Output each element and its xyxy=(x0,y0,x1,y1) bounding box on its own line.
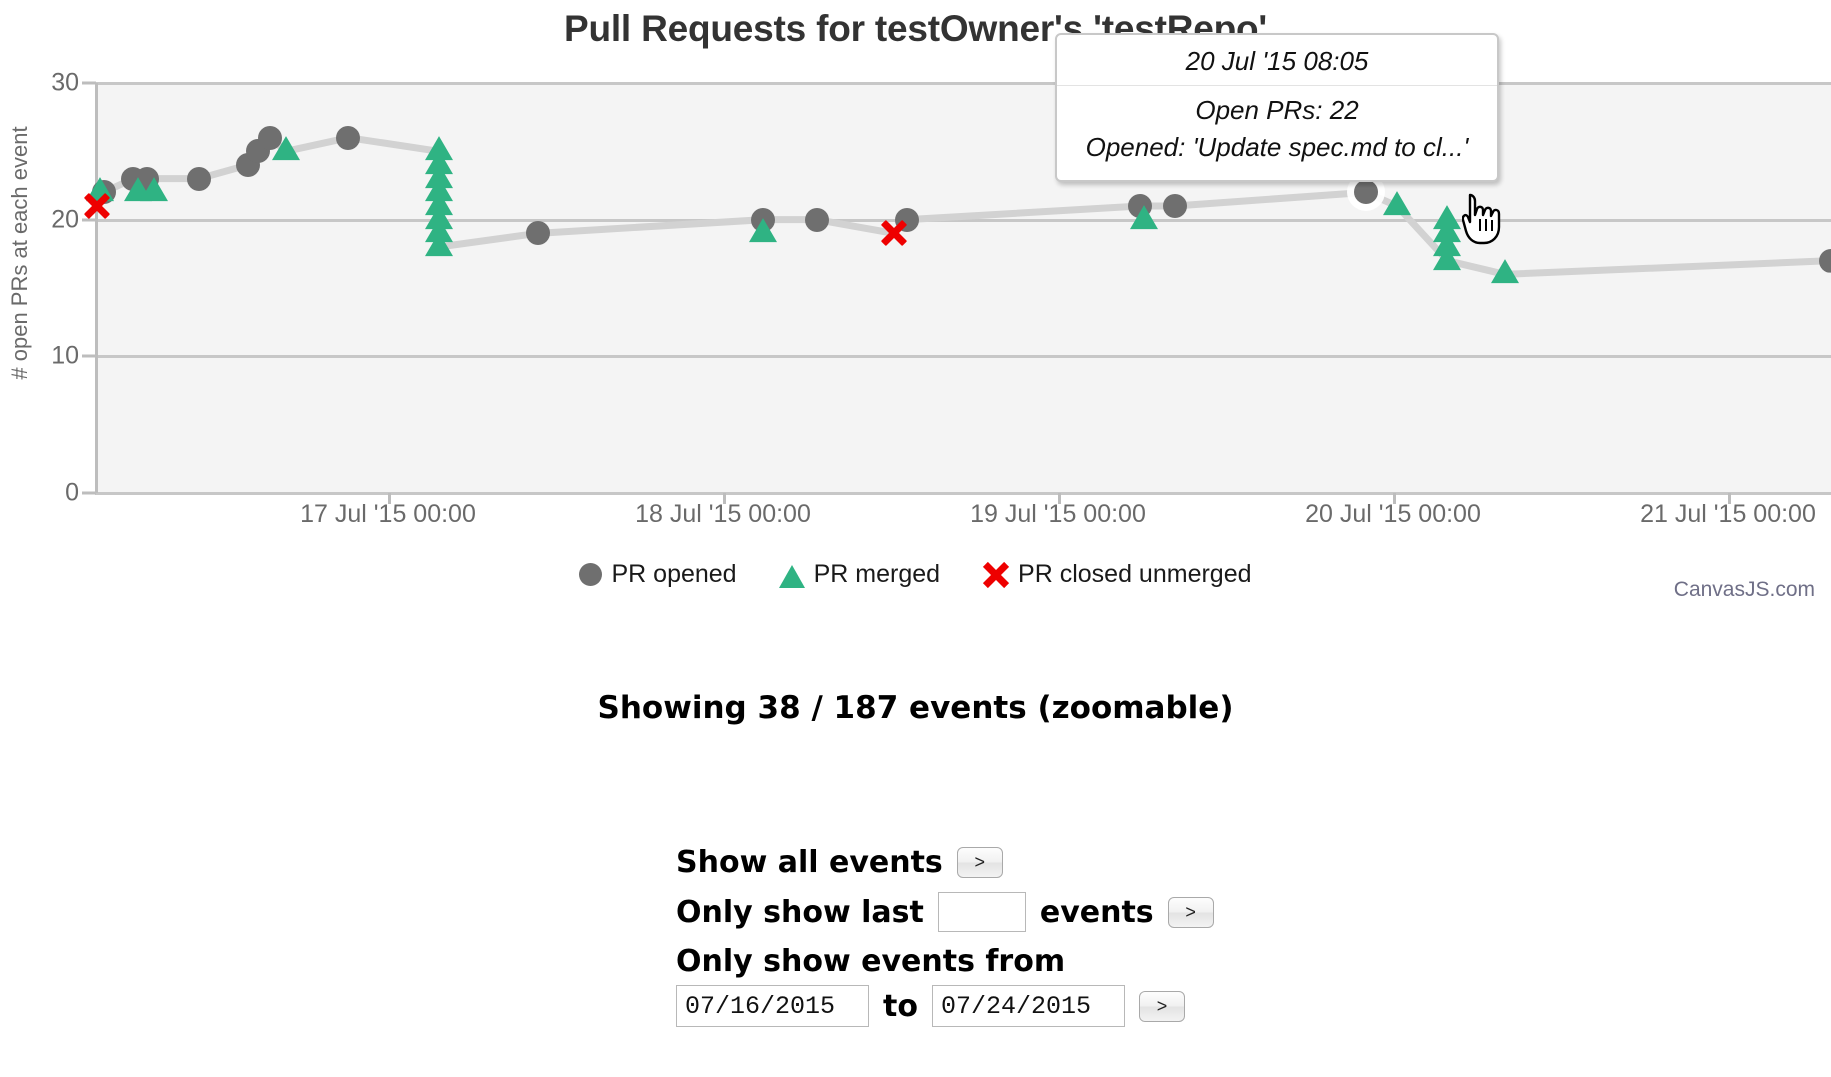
triangle-marker-icon[interactable] xyxy=(1433,245,1462,270)
pr-chart[interactable]: Pull Requests for testOwner's 'testRepo'… xyxy=(0,0,1831,700)
date-range-label: Only show events from xyxy=(676,944,1066,979)
y-tick-mark xyxy=(82,81,96,85)
triangle-marker-icon[interactable] xyxy=(140,177,169,202)
tooltip-open-prs: Open PRs: 22 xyxy=(1195,94,1359,125)
legend-item[interactable]: PR closed unmerged xyxy=(982,560,1251,589)
gridline xyxy=(95,492,1831,495)
chart-tooltip: 20 Jul '15 08:05 Open PRs: 22 Opened: 'U… xyxy=(1055,33,1499,182)
y-tick-label: 20 xyxy=(51,205,79,234)
mouse-pointer-icon xyxy=(1461,193,1508,250)
circle-marker-icon[interactable] xyxy=(187,166,212,191)
date-from-input[interactable] xyxy=(676,985,869,1027)
y-tick-label: 0 xyxy=(65,478,79,507)
x-tick-label: 20 Jul '15 00:00 xyxy=(1305,500,1481,528)
circle-marker-icon[interactable] xyxy=(805,207,830,232)
x-tick-label: 19 Jul '15 00:00 xyxy=(970,500,1146,528)
triangle-marker-icon[interactable] xyxy=(749,218,778,243)
legend-label: PR closed unmerged xyxy=(1018,560,1252,588)
cross-marker-icon[interactable] xyxy=(880,219,908,247)
triangle-marker-icon[interactable] xyxy=(424,232,453,257)
show-all-events-label: Show all events xyxy=(676,845,943,880)
legend-item[interactable]: PR merged xyxy=(778,560,941,589)
show-all-events-row: Show all events > xyxy=(676,845,1214,880)
x-tick-label: 18 Jul '15 00:00 xyxy=(635,500,811,528)
triangle-marker-icon[interactable] xyxy=(1129,204,1158,229)
y-axis-line xyxy=(95,83,98,493)
circle-marker-icon[interactable] xyxy=(525,221,550,246)
date-to-input[interactable] xyxy=(931,985,1125,1027)
x-tick-label: 21 Jul '15 00:00 xyxy=(1640,500,1816,528)
tooltip-divider xyxy=(1057,84,1497,86)
legend-item[interactable]: PR opened xyxy=(579,560,737,589)
canvasjs-credit[interactable]: CanvasJS.com xyxy=(1674,578,1815,602)
cross-marker-icon[interactable] xyxy=(83,192,111,220)
only-show-last-label: Only show last xyxy=(676,894,924,930)
page-root: Pull Requests for testOwner's 'testRepo'… xyxy=(0,0,1831,1077)
filter-controls: Show all events > Only show last events … xyxy=(676,845,1214,1039)
date-range-row: Only show events from to > xyxy=(676,944,1214,1027)
legend-label: PR opened xyxy=(611,560,737,588)
triangle-marker-icon[interactable] xyxy=(1383,191,1411,216)
y-tick-mark xyxy=(82,354,96,358)
only-show-last-input[interactable] xyxy=(937,892,1026,932)
circle-marker-icon[interactable] xyxy=(336,125,361,150)
triangle-marker-icon xyxy=(778,565,805,588)
triangle-marker-icon[interactable] xyxy=(1490,259,1519,284)
tooltip-opened-title: Opened: 'Update spec.md to cl...' xyxy=(1085,131,1469,162)
chart-title: Pull Requests for testOwner's 'testRepo' xyxy=(563,8,1268,49)
show-all-events-button[interactable]: > xyxy=(956,847,1003,878)
date-range-button[interactable]: > xyxy=(1138,990,1185,1022)
showing-events-status: Showing 38 / 187 events (zoomable) xyxy=(597,690,1234,726)
chart-legend: PR opened PR merged PR closed unmerged xyxy=(0,560,1831,589)
legend-label: PR merged xyxy=(813,560,941,588)
y-tick-mark xyxy=(82,491,96,495)
only-show-last-row: Only show last events > xyxy=(676,892,1214,932)
y-axis-title: # open PRs at each event xyxy=(7,126,32,380)
x-tick-label: 17 Jul '15 00:00 xyxy=(300,500,476,528)
circle-marker-icon[interactable] xyxy=(1162,194,1187,218)
gridline xyxy=(95,355,1831,359)
circle-marker-hovered-icon[interactable] xyxy=(1353,180,1378,205)
only-show-last-button[interactable]: > xyxy=(1167,896,1214,928)
to-label: to xyxy=(883,988,918,1024)
y-tick-label: 10 xyxy=(51,341,79,370)
cross-marker-icon xyxy=(982,561,1009,588)
events-suffix-label: events xyxy=(1039,894,1154,930)
circle-marker-icon xyxy=(579,563,603,586)
gridline xyxy=(95,82,1831,85)
y-tick-label: 30 xyxy=(51,68,79,97)
triangle-marker-icon[interactable] xyxy=(271,136,300,161)
tooltip-timestamp: 20 Jul '15 08:05 xyxy=(1185,46,1369,76)
gridline xyxy=(95,218,1831,222)
